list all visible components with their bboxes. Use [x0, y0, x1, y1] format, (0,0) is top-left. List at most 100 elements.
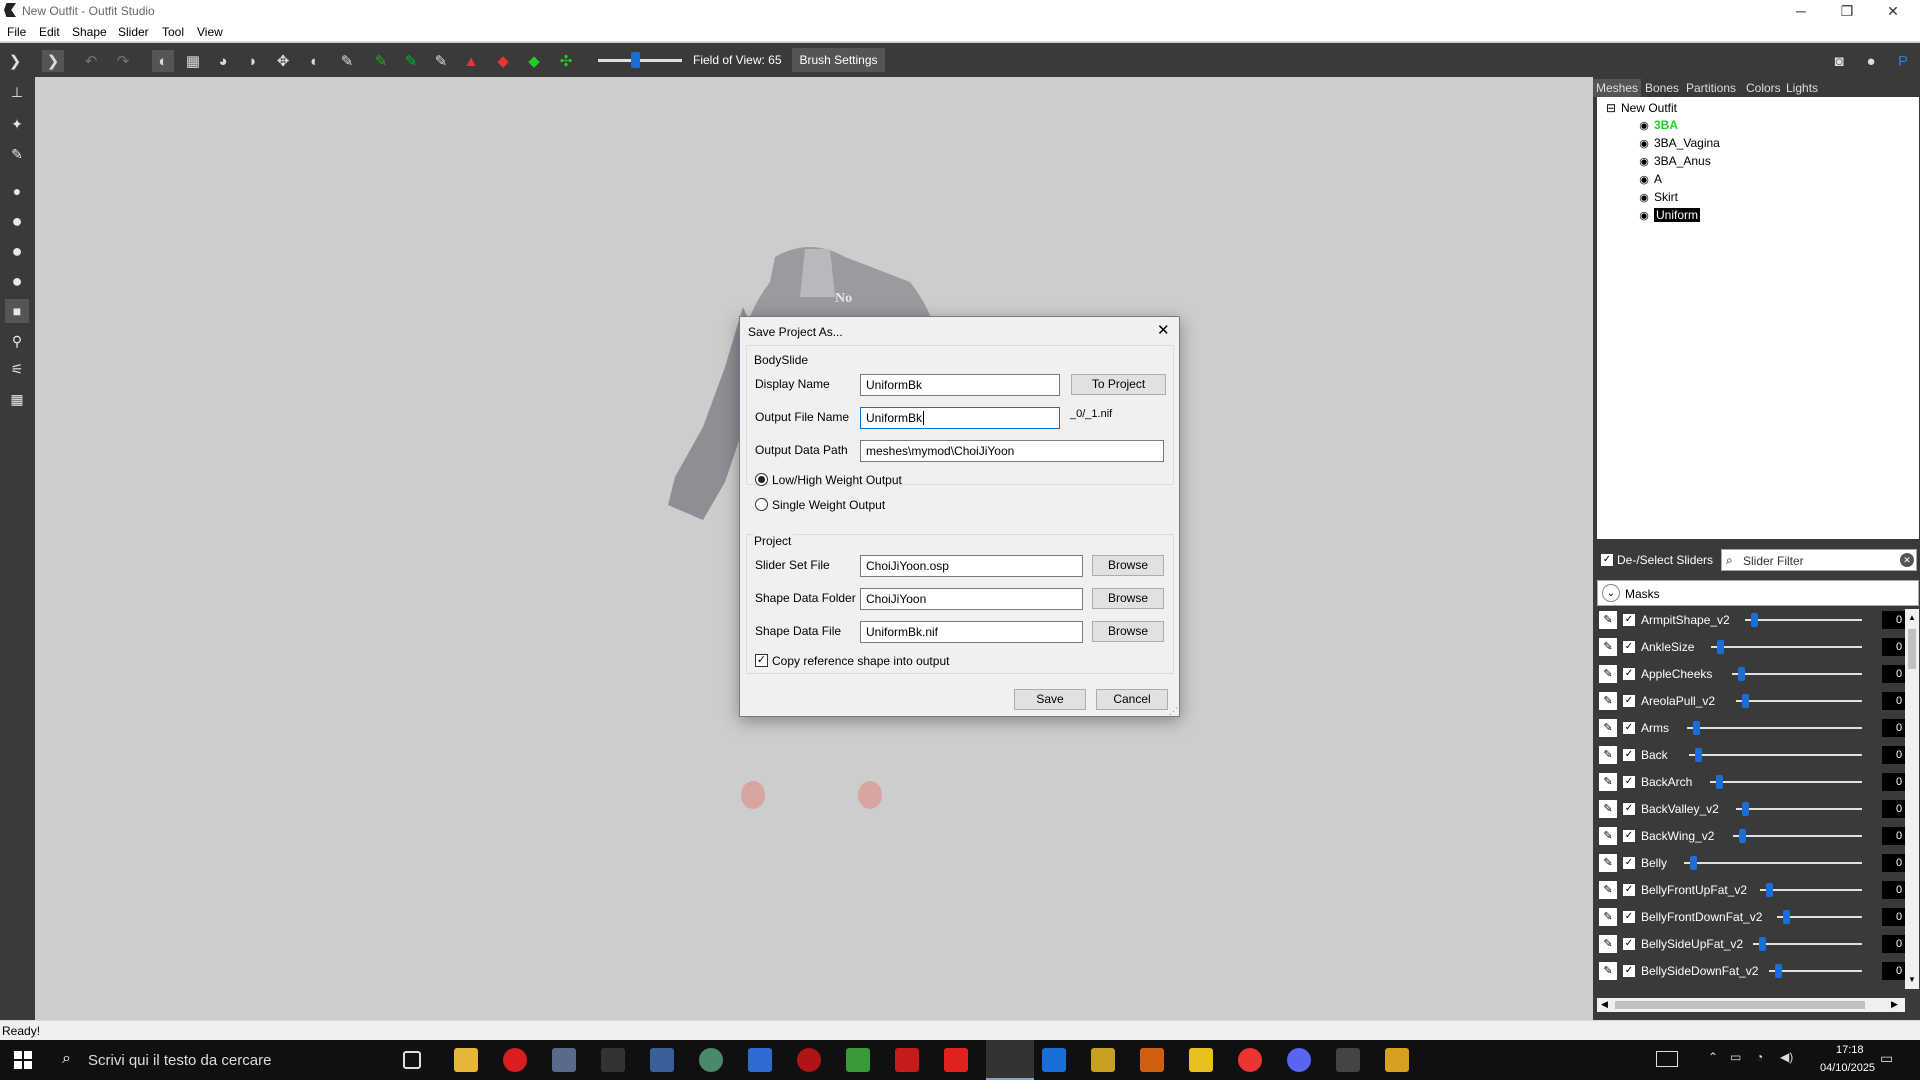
pencil-icon[interactable]: ✎	[1599, 881, 1617, 899]
pencil-icon[interactable]: ✎	[1599, 692, 1617, 710]
slider-track[interactable]	[1689, 754, 1862, 756]
tree-item-3ba-vagina[interactable]: ◉ 3BA_Vagina	[1637, 135, 1720, 151]
slider-checkbox[interactable]: ✓	[1623, 857, 1635, 869]
cancel-button[interactable]: Cancel	[1096, 689, 1168, 710]
clear-filter-icon[interactable]: ✕	[1900, 553, 1914, 567]
slider-value[interactable]: 0	[1882, 854, 1905, 872]
keyboard-icon[interactable]	[1656, 1051, 1678, 1067]
app-icon-10[interactable]	[895, 1048, 919, 1072]
slider-row[interactable]: ✎ ✓ BackArch 0	[1597, 771, 1905, 793]
tab-partitions[interactable]: Partitions	[1683, 79, 1739, 97]
outfit-studio-task[interactable]	[986, 1040, 1034, 1080]
app-icon-8[interactable]	[797, 1048, 821, 1072]
slider-thumb[interactable]	[1766, 883, 1773, 897]
slider-row[interactable]: ✎ ✓ BellyFrontUpFat_v2 0	[1597, 879, 1905, 901]
brush-settings-button[interactable]: Brush Settings	[792, 48, 885, 72]
medium-sphere-icon[interactable]: ●	[5, 209, 29, 233]
slider-thumb[interactable]	[1738, 667, 1745, 681]
visibility-eye-icon[interactable]: ◉	[1637, 190, 1651, 206]
lowhigh-radio[interactable]	[755, 473, 768, 486]
slider-track[interactable]	[1733, 835, 1862, 837]
app-icon-4[interactable]	[601, 1048, 625, 1072]
to-project-button[interactable]: To Project	[1071, 374, 1166, 395]
masks-dropdown[interactable]: ⌄ Masks	[1597, 580, 1919, 606]
tab-colors[interactable]: Colors	[1743, 79, 1784, 97]
single-weight-radio-label[interactable]: Single Weight Output	[772, 498, 885, 512]
slider-thumb[interactable]	[1690, 856, 1697, 870]
slider-row[interactable]: ✎ ✓ Belly 0	[1597, 852, 1905, 874]
slider-track[interactable]	[1687, 727, 1862, 729]
visibility-eye-icon[interactable]: ◉	[1637, 172, 1651, 188]
slider-checkbox[interactable]: ✓	[1623, 641, 1635, 653]
slider-track[interactable]	[1745, 619, 1862, 621]
slider-row[interactable]: ✎ ✓ AreolaPull_v2 0	[1597, 690, 1905, 712]
split-edge-icon[interactable]: ◆	[523, 50, 545, 72]
smooth-brush-icon[interactable]: ◖	[302, 50, 324, 72]
slider-thumb[interactable]	[1693, 721, 1700, 735]
weight-brush-icon[interactable]: ✎	[370, 50, 392, 72]
slider-thumb[interactable]	[1751, 613, 1758, 627]
slider-value[interactable]: 0	[1882, 908, 1905, 926]
undo-icon[interactable]: ↶	[80, 50, 102, 72]
slider-track[interactable]	[1736, 700, 1862, 702]
tree-root[interactable]: New Outfit	[1621, 100, 1677, 116]
display-name-input[interactable]: UniformBk	[860, 374, 1060, 396]
clock-date[interactable]: 04/10/2025	[1820, 1062, 1875, 1074]
select-brush-icon[interactable]: ◐	[152, 50, 174, 72]
slider-checkbox[interactable]: ✓	[1623, 884, 1635, 896]
slider-thumb[interactable]	[1742, 802, 1749, 816]
menu-view[interactable]: View	[197, 25, 223, 39]
scroll-down-icon[interactable]: ▼	[1908, 975, 1916, 984]
slider-thumb[interactable]	[1742, 694, 1749, 708]
app-icon-19[interactable]	[1336, 1048, 1360, 1072]
pencil-icon[interactable]: ✎	[1599, 962, 1617, 980]
large-sphere-icon[interactable]: ●	[5, 239, 29, 263]
weight-erase-icon[interactable]: ✎	[400, 50, 422, 72]
tree-item-a[interactable]: ◉ A	[1637, 171, 1662, 187]
cube-icon[interactable]: ■	[5, 299, 29, 323]
slider-checkbox[interactable]: ✓	[1623, 965, 1635, 977]
task-view-icon[interactable]	[403, 1051, 421, 1069]
windows-start-icon[interactable]	[14, 1051, 32, 1069]
bone-icon[interactable]: ⚲	[5, 329, 29, 353]
slider-thumb[interactable]	[1695, 748, 1702, 762]
pencil-icon[interactable]: ✎	[1599, 773, 1617, 791]
network-icon[interactable]: ▭	[1730, 1050, 1741, 1064]
copy-reference-label[interactable]: Copy reference shape into output	[772, 654, 949, 668]
slider-thumb[interactable]	[1739, 829, 1746, 843]
slider-row[interactable]: ✎ ✓ BackWing_v2 0	[1597, 825, 1905, 847]
shape-folder-input[interactable]: ChoiJiYoon	[860, 588, 1083, 610]
visibility-eye-icon[interactable]: ◉	[1637, 136, 1651, 152]
app-icon-3[interactable]	[552, 1048, 576, 1072]
slider-value[interactable]: 0	[1882, 692, 1905, 710]
weld-icon[interactable]: ✣	[555, 50, 577, 72]
small-sphere-icon[interactable]: ●	[5, 179, 29, 203]
discord-icon[interactable]: ◙	[1828, 50, 1850, 72]
wire-icon[interactable]: ⚟	[5, 357, 29, 381]
taskbar-search-placeholder[interactable]: Scrivi qui il testo da cercare	[88, 1052, 271, 1069]
slider-value[interactable]: 0	[1882, 935, 1905, 953]
app-icon-16[interactable]	[1189, 1048, 1213, 1072]
app-icon-15[interactable]	[1140, 1048, 1164, 1072]
tab-meshes[interactable]: Meshes	[1593, 79, 1642, 97]
slider-track[interactable]	[1711, 646, 1862, 648]
slider-value[interactable]: 0	[1882, 800, 1905, 818]
slider-value[interactable]: 0	[1882, 719, 1905, 737]
grid-icon[interactable]: ▦	[5, 387, 29, 411]
menu-slider[interactable]: Slider	[118, 25, 149, 39]
opera-icon[interactable]	[503, 1048, 527, 1072]
fov-slider-thumb[interactable]	[631, 52, 640, 68]
save-button[interactable]: Save	[1014, 689, 1086, 710]
tab-bones[interactable]: Bones	[1642, 79, 1682, 97]
flip-edge-icon[interactable]: ◆	[492, 50, 514, 72]
wifi-icon[interactable]: ◔	[1756, 1050, 1763, 1064]
bones-mode-icon[interactable]: ❯	[42, 50, 64, 72]
pencil-icon[interactable]: ✎	[1599, 665, 1617, 683]
pencil-icon[interactable]: ✎	[1599, 827, 1617, 845]
clock-time[interactable]: 17:18	[1836, 1044, 1864, 1056]
slider-row[interactable]: ✎ ✓ Arms 0	[1597, 717, 1905, 739]
pencil-icon[interactable]: ✎	[1599, 638, 1617, 656]
tray-chevron-icon[interactable]: ⌃	[1708, 1050, 1718, 1064]
slider-set-browse-button[interactable]: Browse	[1092, 555, 1164, 576]
slider-thumb[interactable]	[1775, 964, 1782, 978]
